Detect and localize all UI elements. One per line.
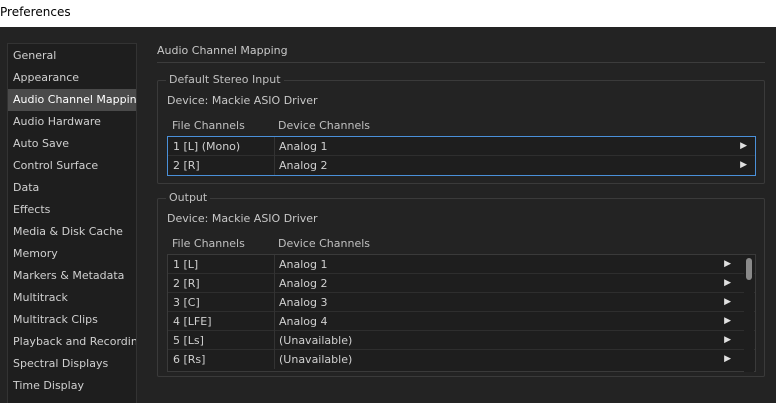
device-channel-cell[interactable]: Analog 4 [279,312,328,331]
file-channel-cell: 4 [LFE] [173,315,212,328]
sidebar-item-media-disk-cache[interactable]: Media & Disk Cache [8,221,136,243]
window-title: Preferences [0,5,71,19]
default-stereo-input-group: Default Stereo Input Device: Mackie ASIO… [157,73,765,184]
table-row[interactable]: 4 [LFE] Analog 4 ▶ [168,312,755,331]
device-channel-cell[interactable]: Analog 2 [279,156,328,175]
sidebar-item-control-surface[interactable]: Control Surface [8,155,136,177]
column-divider [274,331,275,350]
sidebar-item-appearance[interactable]: Appearance [8,67,136,89]
file-channel-cell: 3 [C] [173,296,200,309]
column-divider [274,312,275,331]
sidebar-item-audio-channel-mapping[interactable]: Audio Channel Mapping [8,89,136,111]
device-channel-cell[interactable]: (Unavailable) [279,331,352,350]
column-divider [274,255,275,274]
panel-heading: Audio Channel Mapping [157,44,288,57]
column-divider [274,350,275,369]
file-channel-cell: 6 [Rs] [173,353,206,366]
device-channel-cell[interactable]: Analog 2 [279,274,328,293]
sidebar-item-memory[interactable]: Memory [8,243,136,265]
output-device-label: Device: Mackie ASIO Driver [167,212,318,225]
input-device-label: Device: Mackie ASIO Driver [167,94,318,107]
file-channel-cell: 5 [Ls] [173,334,204,347]
preferences-category-list[interactable]: General Appearance Audio Channel Mapping… [7,43,137,403]
output-table-scrollbar[interactable] [744,256,754,372]
heading-divider [157,62,765,63]
table-row[interactable]: 1 [L] (Mono) Analog 1 ▶ [168,137,755,156]
sidebar-item-multitrack[interactable]: Multitrack [8,287,136,309]
sidebar-item-effects[interactable]: Effects [8,199,136,221]
output-col-file-channels: File Channels [172,237,245,250]
preferences-panel: Audio Channel Mapping Default Stereo Inp… [157,42,767,403]
file-channel-cell: 1 [L] (Mono) [173,140,241,153]
triangle-right-icon[interactable]: ▶ [724,350,731,369]
file-channel-cell: 1 [L] [173,258,199,271]
triangle-right-icon[interactable]: ▶ [724,331,731,350]
triangle-right-icon[interactable]: ▶ [740,137,747,156]
triangle-right-icon[interactable]: ▶ [724,312,731,331]
column-divider [274,293,275,312]
table-row[interactable]: 6 [Rs] (Unavailable) ▶ [168,350,755,369]
triangle-right-icon[interactable]: ▶ [724,255,731,274]
sidebar-item-auto-save[interactable]: Auto Save [8,133,136,155]
sidebar-item-playback-recording[interactable]: Playback and Recording [8,331,136,353]
sidebar-item-data[interactable]: Data [8,177,136,199]
file-channel-cell: 2 [R] [173,277,200,290]
column-divider [274,156,275,175]
group-legend-input: Default Stereo Input [166,73,284,86]
sidebar-item-spectral-displays[interactable]: Spectral Displays [8,353,136,375]
triangle-right-icon[interactable]: ▶ [740,156,747,175]
sidebar-item-multitrack-clips[interactable]: Multitrack Clips [8,309,136,331]
device-channel-cell[interactable]: (Unavailable) [279,350,352,369]
group-legend-output: Output [166,191,211,204]
device-channel-cell[interactable]: Analog 1 [279,137,328,156]
sidebar-item-markers-metadata[interactable]: Markers & Metadata [8,265,136,287]
sidebar-item-time-display[interactable]: Time Display [8,375,136,397]
file-channel-cell: 2 [R] [173,159,200,172]
device-channel-cell[interactable]: Analog 3 [279,293,328,312]
triangle-right-icon[interactable]: ▶ [724,274,731,293]
output-mapping-table[interactable]: 1 [L] Analog 1 ▶ 2 [R] Analog 2 ▶ 3 [C] … [167,254,756,372]
output-group: Output Device: Mackie ASIO Driver File C… [157,191,765,377]
triangle-right-icon[interactable]: ▶ [724,293,731,312]
input-mapping-table[interactable]: 1 [L] (Mono) Analog 1 ▶ 2 [R] Analog 2 ▶ [167,136,756,176]
column-divider [274,137,275,156]
table-row[interactable]: 2 [R] Analog 2 ▶ [168,156,755,175]
title-bar: Preferences [0,0,776,27]
sidebar-item-audio-hardware[interactable]: Audio Hardware [8,111,136,133]
table-row[interactable]: 3 [C] Analog 3 ▶ [168,293,755,312]
input-col-file-channels: File Channels [172,119,245,132]
device-channel-cell[interactable]: Analog 1 [279,255,328,274]
output-col-device-channels: Device Channels [278,237,371,250]
table-row[interactable]: 1 [L] Analog 1 ▶ [168,255,755,274]
sidebar-item-general[interactable]: General [8,45,136,67]
scrollbar-thumb[interactable] [746,258,752,280]
table-row[interactable]: 2 [R] Analog 2 ▶ [168,274,755,293]
table-row[interactable]: 5 [Ls] (Unavailable) ▶ [168,331,755,350]
input-col-device-channels: Device Channels [278,119,371,132]
column-divider [274,274,275,293]
